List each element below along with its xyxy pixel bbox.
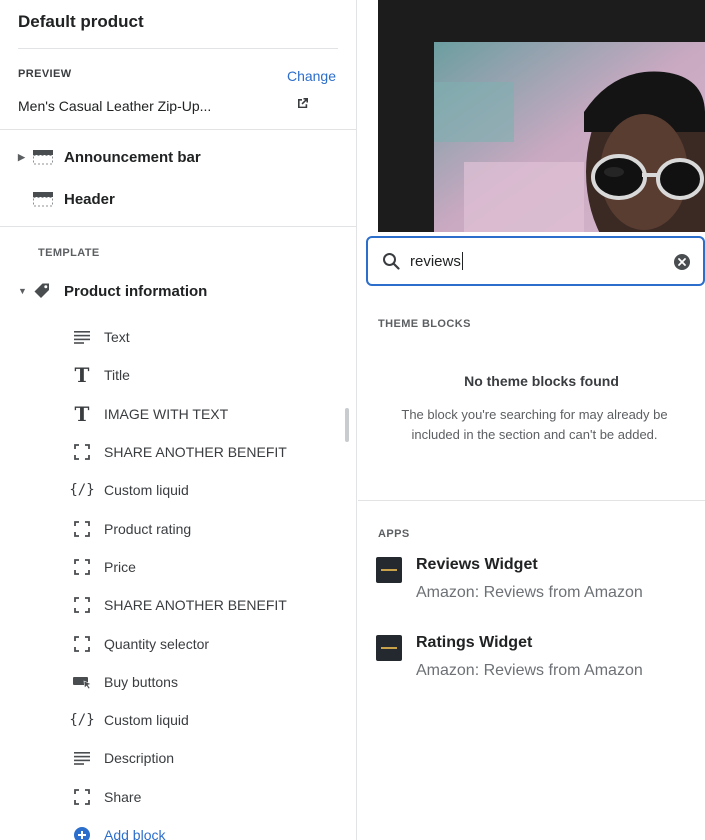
liquid-code-icon: {/} [69, 712, 95, 729]
apps-heading: APPS [378, 528, 410, 540]
page-title: Default product [18, 12, 144, 31]
buy-button-icon [72, 672, 92, 692]
section-label: Product information [64, 282, 208, 300]
block-item-share-another-benefit[interactable]: SHARE ANOTHER BENEFIT [72, 433, 287, 471]
block-label: Title [104, 367, 130, 384]
change-preview-link[interactable]: Change [287, 68, 336, 84]
block-frame-icon [72, 557, 92, 577]
text-lines-icon [72, 748, 92, 768]
block-item-buy-buttons[interactable]: Buy buttons [72, 663, 287, 701]
block-item-text[interactable]: Text [72, 318, 287, 356]
resize-handle[interactable] [345, 408, 349, 442]
add-block-button[interactable]: Add block [72, 816, 287, 840]
section-label: Header [64, 190, 115, 208]
block-label: IMAGE WITH TEXT [104, 405, 229, 422]
title-t-icon: T [74, 363, 90, 388]
block-label: Product rating [104, 520, 192, 537]
block-item-share[interactable]: Share [72, 778, 287, 816]
block-label: Share [104, 788, 142, 805]
block-label: Price [104, 558, 136, 575]
app-result-reviews-widget[interactable]: Reviews Widget Amazon: Reviews from Amaz… [376, 554, 705, 604]
block-frame-icon [72, 519, 92, 539]
app-name: Ratings Widget [416, 634, 533, 651]
block-list: Text T Title T IMAGE WITH TEXT SHARE ANO… [69, 318, 287, 840]
block-frame-icon [72, 787, 92, 807]
block-item-image-with-text[interactable]: T IMAGE WITH TEXT [72, 395, 287, 433]
search-icon [383, 253, 400, 270]
section-announcement-bar[interactable]: ▶ Announcement bar [18, 145, 201, 169]
empty-state-title: No theme blocks found [464, 373, 619, 389]
collapse-caret-icon[interactable]: ▼ [18, 286, 32, 296]
block-item-title[interactable]: T Title [72, 356, 287, 394]
clear-search-icon[interactable] [673, 253, 691, 271]
app-source: Amazon: Reviews from Amazon [416, 584, 643, 601]
app-result-ratings-widget[interactable]: Ratings Widget Amazon: Reviews from Amaz… [376, 632, 705, 682]
preview-product-name: Men's Casual Leather Zip-Up... [18, 98, 212, 114]
block-label: SHARE ANOTHER BENEFIT [104, 444, 287, 461]
block-item-quantity-selector[interactable]: Quantity selector [72, 624, 287, 662]
theme-blocks-heading: THEME BLOCKS [378, 318, 471, 330]
add-block-label: Add block [104, 827, 166, 840]
liquid-code-icon: {/} [69, 482, 95, 499]
divider [0, 226, 357, 227]
section-label: Announcement bar [64, 148, 201, 166]
layout-section-icon [33, 192, 53, 207]
block-item-product-rating[interactable]: Product rating [72, 509, 287, 547]
theme-editor-sidebar: Default product PREVIEW Change Men's Cas… [0, 0, 357, 840]
app-name: Reviews Widget [416, 556, 538, 573]
section-product-information[interactable]: ▼ Product information [18, 279, 207, 303]
app-icon [376, 557, 402, 583]
plus-circle-icon [72, 825, 92, 840]
block-item-description[interactable]: Description [72, 739, 287, 777]
divider [18, 48, 338, 49]
divider [358, 500, 705, 501]
text-cursor [461, 252, 463, 270]
block-item-custom-liquid[interactable]: {/} Custom liquid [69, 471, 287, 509]
block-label: Custom liquid [104, 482, 189, 499]
title-t-icon: T [74, 401, 90, 426]
block-frame-icon [72, 442, 92, 462]
layout-section-icon [33, 150, 53, 165]
app-source: Amazon: Reviews from Amazon [416, 662, 643, 679]
block-frame-icon [72, 595, 92, 615]
empty-state-description: The block you're searching for may alrea… [401, 407, 668, 442]
block-item-custom-liquid[interactable]: {/} Custom liquid [69, 701, 287, 739]
block-search-field[interactable]: reviews [366, 236, 705, 286]
block-label: SHARE ANOTHER BENEFIT [104, 597, 287, 614]
product-image [434, 42, 705, 232]
preview-label: PREVIEW [18, 68, 72, 80]
block-label: Buy buttons [104, 673, 178, 690]
block-item-share-another-benefit[interactable]: SHARE ANOTHER BENEFIT [72, 586, 287, 624]
tag-icon [34, 283, 49, 298]
external-link-icon[interactable] [296, 96, 310, 110]
template-label: TEMPLATE [38, 247, 100, 259]
block-item-price[interactable]: Price [72, 548, 287, 586]
block-label: Quantity selector [104, 635, 210, 652]
divider [0, 129, 357, 130]
text-lines-icon [72, 327, 92, 347]
block-label: Custom liquid [104, 712, 189, 729]
section-header[interactable]: Header [18, 187, 115, 211]
block-frame-icon [72, 634, 92, 654]
app-icon [376, 635, 402, 661]
block-label: Text [104, 329, 130, 346]
expand-caret-icon[interactable]: ▶ [18, 152, 32, 163]
block-label: Description [104, 750, 175, 767]
search-input[interactable]: reviews [410, 253, 461, 270]
